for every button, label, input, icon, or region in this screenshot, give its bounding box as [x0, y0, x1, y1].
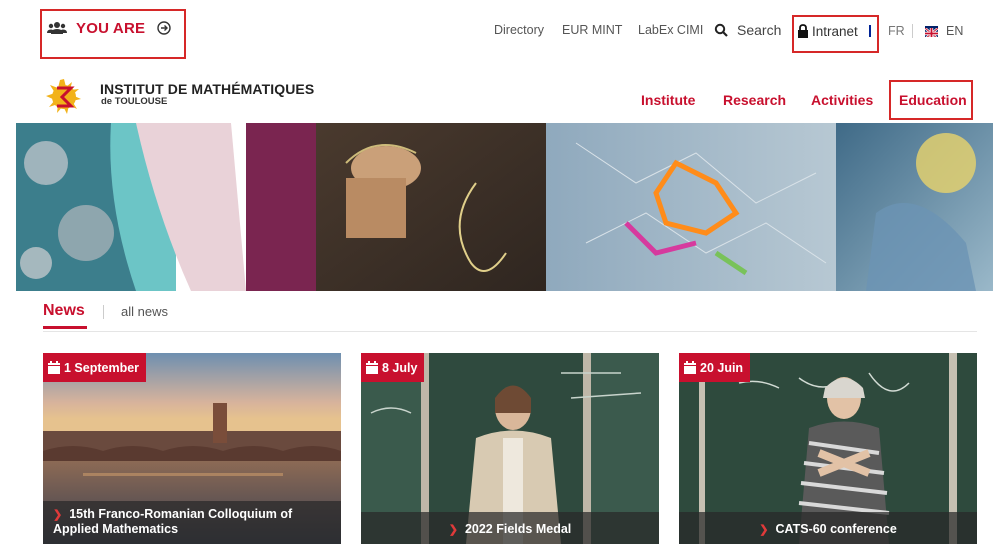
news-card-cats-60[interactable]: 20 Juin ❯ CATS-60 conference — [679, 353, 977, 544]
nav-activities[interactable]: Activities — [811, 92, 873, 108]
intranet-link[interactable]: Intranet — [792, 15, 879, 53]
brand-name: INSTITUT DE MATHÉMATIQUES — [100, 81, 315, 97]
intranet-label: Intranet — [812, 23, 858, 39]
date-badge: 20 Juin — [679, 353, 751, 382]
date-badge: 1 September — [43, 353, 147, 382]
calendar-icon — [684, 361, 696, 374]
news-card-fields-medal[interactable]: 8 July ❯ 2022 Fields Medal — [361, 353, 659, 544]
chevron-right-icon: ❯ — [448, 524, 458, 536]
news-separator — [103, 305, 104, 319]
directory-link[interactable]: Directory — [494, 23, 544, 37]
search-label: Search — [737, 22, 782, 38]
you-are-button[interactable]: YOU ARE — [40, 9, 186, 59]
news-card-colloquium[interactable]: 1 September ❯ 15th Franco-Romanian Colloq… — [43, 353, 341, 544]
brand-subtitle: de TOULOUSE — [101, 96, 168, 107]
lock-icon — [798, 24, 808, 38]
eur-mint-link[interactable]: EUR MINT — [562, 23, 622, 37]
chevron-right-icon: ❯ — [53, 509, 63, 521]
news-tab[interactable]: News — [43, 302, 85, 320]
search-icon — [714, 23, 728, 37]
uk-flag-icon — [925, 26, 938, 37]
calendar-icon — [48, 361, 60, 374]
search-button[interactable]: Search — [714, 22, 781, 38]
news-caption[interactable]: ❯ 15th Franco-Romanian Colloquium of Appl… — [43, 501, 341, 544]
top-bar: YOU ARE Directory EUR MINT LabEx CIMI Se… — [0, 0, 993, 62]
nav-institute[interactable]: Institute — [641, 92, 695, 108]
hero-banner — [16, 123, 993, 291]
news-tab-underline — [43, 326, 87, 329]
news-caption[interactable]: ❯ CATS-60 conference — [679, 512, 977, 544]
news-caption-text: 2022 Fields Medal — [464, 522, 572, 536]
arrow-circle-right-icon — [157, 21, 171, 35]
news-caption[interactable]: ❯ 2022 Fields Medal — [361, 512, 659, 544]
news-divider — [43, 331, 977, 332]
date-text: 8 July — [382, 360, 418, 375]
language-fr-link[interactable]: FR — [888, 24, 905, 38]
labex-cimi-link[interactable]: LabEx CIMI — [638, 23, 703, 37]
news-caption-line1: 15th Franco-Romanian Colloquium of — [69, 507, 293, 521]
date-badge: 8 July — [361, 353, 425, 382]
nav-research[interactable]: Research — [723, 92, 786, 108]
date-text: 1 September — [64, 360, 140, 375]
chevron-right-icon: ❯ — [759, 524, 769, 536]
users-icon — [47, 21, 67, 35]
all-news-link[interactable]: all news — [121, 304, 168, 319]
calendar-icon — [366, 361, 378, 374]
news-caption-text: CATS-60 conference — [775, 522, 897, 536]
you-are-label: YOU ARE — [76, 19, 146, 37]
education-highlight-box — [889, 80, 973, 120]
institute-logo[interactable] — [44, 77, 84, 117]
french-flag-icon — [869, 25, 873, 37]
news-caption-line2: Applied Mathematics — [53, 522, 179, 536]
language-en-link[interactable]: EN — [946, 24, 963, 38]
language-separator — [912, 24, 913, 38]
date-text: 20 Juin — [700, 360, 744, 375]
